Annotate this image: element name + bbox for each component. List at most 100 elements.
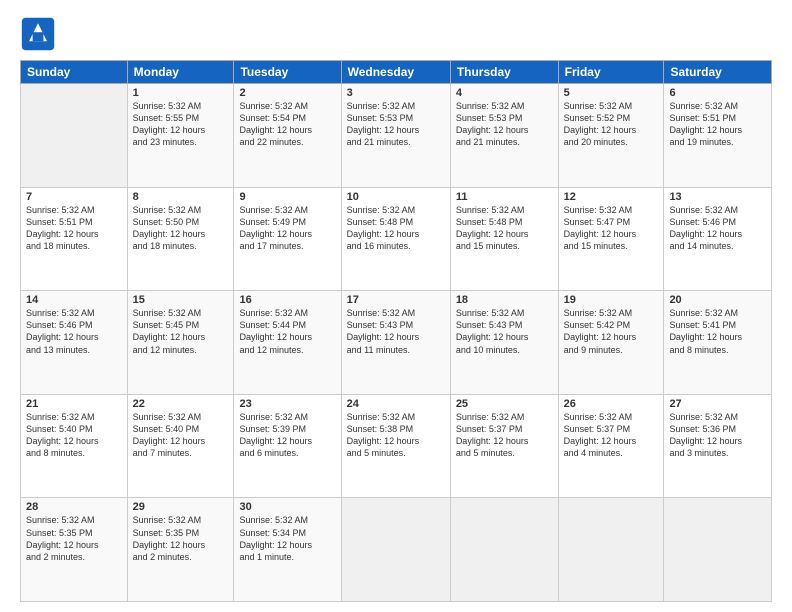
day-number: 9 [239,191,335,203]
day-number: 29 [133,501,229,513]
week-row-4: 28Sunrise: 5:32 AM Sunset: 5:35 PM Dayli… [21,498,772,602]
day-info: Sunrise: 5:32 AM Sunset: 5:47 PM Dayligh… [564,204,659,253]
calendar-cell: 20Sunrise: 5:32 AM Sunset: 5:41 PM Dayli… [664,291,772,395]
calendar-cell: 16Sunrise: 5:32 AM Sunset: 5:44 PM Dayli… [234,291,341,395]
day-info: Sunrise: 5:32 AM Sunset: 5:46 PM Dayligh… [26,307,122,356]
day-number: 8 [133,191,229,203]
calendar-cell: 28Sunrise: 5:32 AM Sunset: 5:35 PM Dayli… [21,498,128,602]
day-number: 5 [564,87,659,99]
calendar-cell [558,498,664,602]
day-info: Sunrise: 5:32 AM Sunset: 5:51 PM Dayligh… [669,100,766,149]
day-info: Sunrise: 5:32 AM Sunset: 5:52 PM Dayligh… [564,100,659,149]
day-info: Sunrise: 5:32 AM Sunset: 5:41 PM Dayligh… [669,307,766,356]
day-info: Sunrise: 5:32 AM Sunset: 5:42 PM Dayligh… [564,307,659,356]
day-number: 1 [133,87,229,99]
day-info: Sunrise: 5:32 AM Sunset: 5:37 PM Dayligh… [456,411,553,460]
day-info: Sunrise: 5:32 AM Sunset: 5:44 PM Dayligh… [239,307,335,356]
day-info: Sunrise: 5:32 AM Sunset: 5:54 PM Dayligh… [239,100,335,149]
day-info: Sunrise: 5:32 AM Sunset: 5:55 PM Dayligh… [133,100,229,149]
calendar-cell: 7Sunrise: 5:32 AM Sunset: 5:51 PM Daylig… [21,187,128,291]
calendar-cell: 30Sunrise: 5:32 AM Sunset: 5:34 PM Dayli… [234,498,341,602]
header-row-days: SundayMondayTuesdayWednesdayThursdayFrid… [21,61,772,84]
header-day-thursday: Thursday [450,61,558,84]
calendar-cell: 21Sunrise: 5:32 AM Sunset: 5:40 PM Dayli… [21,394,128,498]
week-row-3: 21Sunrise: 5:32 AM Sunset: 5:40 PM Dayli… [21,394,772,498]
day-info: Sunrise: 5:32 AM Sunset: 5:48 PM Dayligh… [347,204,445,253]
day-number: 17 [347,294,445,306]
day-info: Sunrise: 5:32 AM Sunset: 5:43 PM Dayligh… [347,307,445,356]
day-number: 11 [456,191,553,203]
day-info: Sunrise: 5:32 AM Sunset: 5:43 PM Dayligh… [456,307,553,356]
day-info: Sunrise: 5:32 AM Sunset: 5:50 PM Dayligh… [133,204,229,253]
day-info: Sunrise: 5:32 AM Sunset: 5:38 PM Dayligh… [347,411,445,460]
calendar-cell: 18Sunrise: 5:32 AM Sunset: 5:43 PM Dayli… [450,291,558,395]
day-number: 12 [564,191,659,203]
day-number: 20 [669,294,766,306]
day-number: 3 [347,87,445,99]
calendar-cell [21,84,128,188]
week-row-2: 14Sunrise: 5:32 AM Sunset: 5:46 PM Dayli… [21,291,772,395]
header-day-sunday: Sunday [21,61,128,84]
calendar-cell: 23Sunrise: 5:32 AM Sunset: 5:39 PM Dayli… [234,394,341,498]
calendar-cell: 24Sunrise: 5:32 AM Sunset: 5:38 PM Dayli… [341,394,450,498]
day-info: Sunrise: 5:32 AM Sunset: 5:46 PM Dayligh… [669,204,766,253]
week-row-0: 1Sunrise: 5:32 AM Sunset: 5:55 PM Daylig… [21,84,772,188]
day-info: Sunrise: 5:32 AM Sunset: 5:53 PM Dayligh… [456,100,553,149]
calendar-cell: 19Sunrise: 5:32 AM Sunset: 5:42 PM Dayli… [558,291,664,395]
day-info: Sunrise: 5:32 AM Sunset: 5:35 PM Dayligh… [26,514,122,563]
day-number: 23 [239,398,335,410]
calendar-cell: 10Sunrise: 5:32 AM Sunset: 5:48 PM Dayli… [341,187,450,291]
day-info: Sunrise: 5:32 AM Sunset: 5:34 PM Dayligh… [239,514,335,563]
logo [20,16,60,52]
day-number: 7 [26,191,122,203]
header-row [20,16,772,52]
day-info: Sunrise: 5:32 AM Sunset: 5:49 PM Dayligh… [239,204,335,253]
day-number: 2 [239,87,335,99]
calendar-cell: 26Sunrise: 5:32 AM Sunset: 5:37 PM Dayli… [558,394,664,498]
day-number: 22 [133,398,229,410]
calendar-cell: 15Sunrise: 5:32 AM Sunset: 5:45 PM Dayli… [127,291,234,395]
day-number: 19 [564,294,659,306]
calendar-cell: 25Sunrise: 5:32 AM Sunset: 5:37 PM Dayli… [450,394,558,498]
calendar-cell: 3Sunrise: 5:32 AM Sunset: 5:53 PM Daylig… [341,84,450,188]
header-day-tuesday: Tuesday [234,61,341,84]
day-number: 21 [26,398,122,410]
day-info: Sunrise: 5:32 AM Sunset: 5:48 PM Dayligh… [456,204,553,253]
calendar-table: SundayMondayTuesdayWednesdayThursdayFrid… [20,60,772,602]
day-number: 18 [456,294,553,306]
day-number: 24 [347,398,445,410]
calendar-cell: 12Sunrise: 5:32 AM Sunset: 5:47 PM Dayli… [558,187,664,291]
calendar-cell: 4Sunrise: 5:32 AM Sunset: 5:53 PM Daylig… [450,84,558,188]
page: SundayMondayTuesdayWednesdayThursdayFrid… [0,0,792,612]
calendar-cell: 8Sunrise: 5:32 AM Sunset: 5:50 PM Daylig… [127,187,234,291]
calendar-cell: 6Sunrise: 5:32 AM Sunset: 5:51 PM Daylig… [664,84,772,188]
calendar-cell: 14Sunrise: 5:32 AM Sunset: 5:46 PM Dayli… [21,291,128,395]
day-info: Sunrise: 5:32 AM Sunset: 5:51 PM Dayligh… [26,204,122,253]
day-info: Sunrise: 5:32 AM Sunset: 5:39 PM Dayligh… [239,411,335,460]
day-info: Sunrise: 5:32 AM Sunset: 5:35 PM Dayligh… [133,514,229,563]
calendar-cell: 11Sunrise: 5:32 AM Sunset: 5:48 PM Dayli… [450,187,558,291]
calendar-cell [450,498,558,602]
calendar-cell: 27Sunrise: 5:32 AM Sunset: 5:36 PM Dayli… [664,394,772,498]
logo-icon [20,16,56,52]
day-number: 25 [456,398,553,410]
day-number: 14 [26,294,122,306]
day-info: Sunrise: 5:32 AM Sunset: 5:36 PM Dayligh… [669,411,766,460]
calendar-cell: 13Sunrise: 5:32 AM Sunset: 5:46 PM Dayli… [664,187,772,291]
day-info: Sunrise: 5:32 AM Sunset: 5:40 PM Dayligh… [26,411,122,460]
header-day-friday: Friday [558,61,664,84]
day-number: 13 [669,191,766,203]
day-number: 6 [669,87,766,99]
calendar-cell: 2Sunrise: 5:32 AM Sunset: 5:54 PM Daylig… [234,84,341,188]
week-row-1: 7Sunrise: 5:32 AM Sunset: 5:51 PM Daylig… [21,187,772,291]
calendar-cell: 9Sunrise: 5:32 AM Sunset: 5:49 PM Daylig… [234,187,341,291]
day-number: 28 [26,501,122,513]
header-day-wednesday: Wednesday [341,61,450,84]
calendar-cell [341,498,450,602]
calendar-cell: 17Sunrise: 5:32 AM Sunset: 5:43 PM Dayli… [341,291,450,395]
day-number: 16 [239,294,335,306]
day-number: 15 [133,294,229,306]
day-info: Sunrise: 5:32 AM Sunset: 5:37 PM Dayligh… [564,411,659,460]
day-number: 4 [456,87,553,99]
day-info: Sunrise: 5:32 AM Sunset: 5:40 PM Dayligh… [133,411,229,460]
